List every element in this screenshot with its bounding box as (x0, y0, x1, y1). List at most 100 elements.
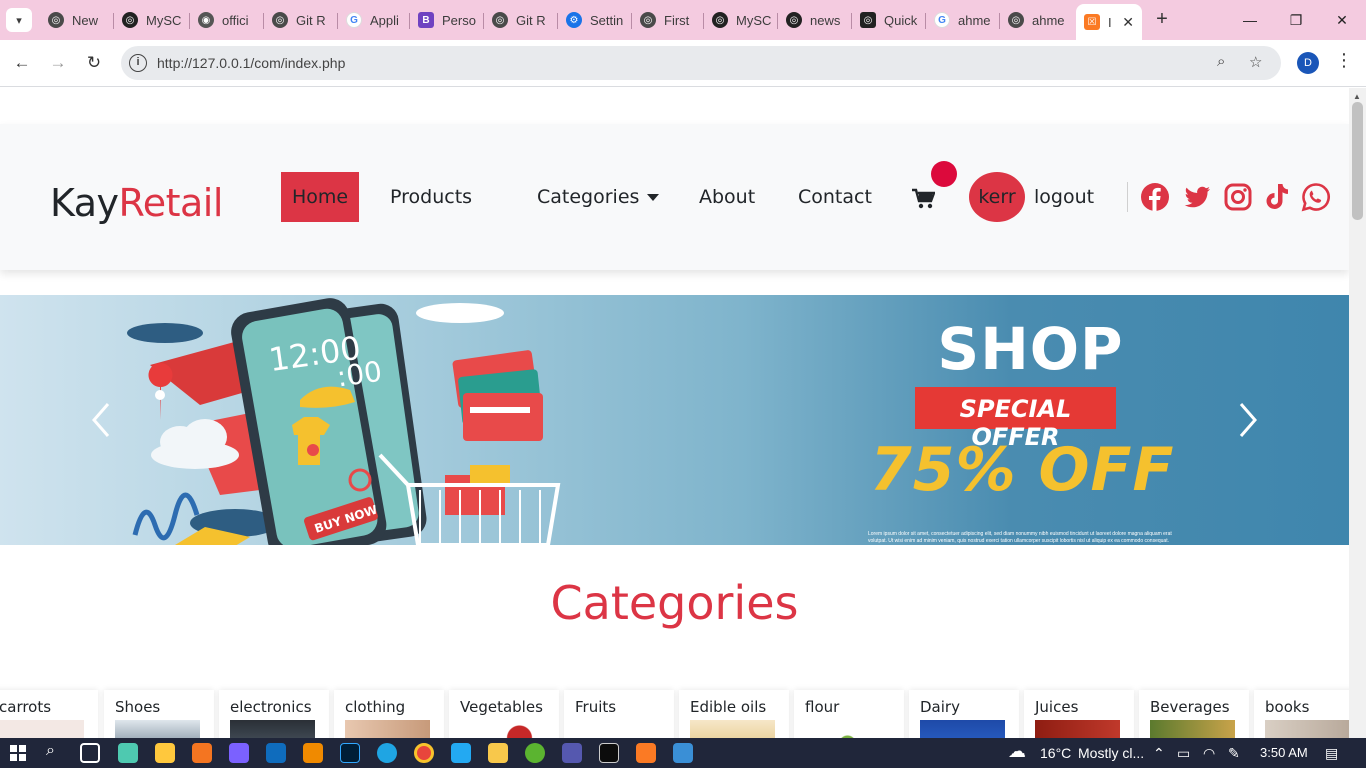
tiktok-icon[interactable] (1262, 182, 1292, 212)
close-tab-icon[interactable]: ✕ (1122, 14, 1134, 31)
chrome-icon[interactable] (414, 743, 434, 763)
mail-icon[interactable] (266, 743, 286, 763)
wifi-icon[interactable]: ◠ (1203, 745, 1215, 762)
task-view-icon[interactable] (80, 743, 100, 763)
tab-search-dropdown[interactable]: ▾ (6, 8, 32, 32)
restore-button[interactable]: ❐ (1284, 8, 1308, 32)
category-card[interactable]: carrots (0, 690, 98, 738)
category-card[interactable]: Edible oils (679, 690, 789, 738)
facebook-icon[interactable] (1140, 182, 1170, 212)
browser-tab[interactable]: ◎ MySC (704, 6, 778, 34)
browser-tab[interactable]: G Appli (338, 6, 410, 34)
profile-avatar[interactable]: D (1297, 52, 1319, 74)
page-scrollbar[interactable]: ▲ (1349, 88, 1366, 738)
nav-contact[interactable]: Contact (798, 172, 872, 222)
carousel-prev-icon[interactable] (86, 400, 116, 440)
banner-headline: SHOP (937, 315, 1124, 383)
zoom-icon[interactable]: ⌕ (1217, 53, 1225, 70)
category-card[interactable]: electronics (219, 690, 329, 738)
logout-link[interactable]: logout (1034, 172, 1094, 222)
app-icon[interactable] (673, 743, 693, 763)
category-card[interactable]: books (1254, 690, 1349, 738)
scrollbar-thumb[interactable] (1352, 102, 1363, 220)
browser-tab-bar: ▾ ◎ New ◎ MySC ◉ offici ◎ Git R G Appli … (0, 0, 1366, 40)
close-window-button[interactable]: ✕ (1330, 8, 1354, 32)
app-icon[interactable] (229, 743, 249, 763)
brand-logo[interactable]: KayRetail (50, 180, 223, 226)
weather-temperature[interactable]: 16°C (1040, 745, 1071, 761)
weather-icon[interactable]: ☁ (1008, 741, 1026, 762)
xampp-icon[interactable] (636, 743, 656, 763)
chrome-menu-icon[interactable]: ⋮ (1335, 50, 1353, 71)
whatsapp-icon[interactable] (1301, 182, 1331, 212)
nav-home[interactable]: Home (281, 172, 360, 222)
category-card[interactable]: flour (794, 690, 904, 738)
category-card[interactable]: Vegetables (449, 690, 559, 738)
browser-tab[interactable]: ◉ offici (190, 6, 264, 34)
nav-products[interactable]: Products (390, 172, 472, 222)
chatgpt-icon: ◎ (48, 12, 64, 28)
reload-icon[interactable]: ↻ (83, 52, 105, 74)
category-thumbnail (230, 720, 315, 738)
vlc-icon[interactable] (303, 743, 323, 763)
category-card[interactable]: clothing (334, 690, 444, 738)
widgets-icon[interactable] (118, 743, 138, 763)
url-text[interactable]: http://127.0.0.1/com/index.php (157, 55, 345, 71)
tray-chevron-icon[interactable]: ⌃ (1153, 745, 1165, 762)
nav-categories-dropdown[interactable]: Categories (537, 172, 660, 222)
omnibox[interactable]: i http://127.0.0.1/com/index.php ⌕ ☆ (121, 46, 1281, 80)
edge-icon[interactable] (377, 743, 397, 763)
chatgpt-icon: ◎ (712, 12, 728, 28)
browser-tab[interactable]: ◎ First (632, 6, 704, 34)
nav-about[interactable]: About (699, 172, 755, 222)
photoshop-icon[interactable] (340, 743, 360, 763)
site-info-icon[interactable]: i (129, 54, 147, 72)
sublime-icon[interactable] (192, 743, 212, 763)
browser-tab[interactable]: ◎ New (40, 6, 114, 34)
browser-tab-active[interactable]: ☒ I ✕ (1076, 4, 1142, 40)
instagram-icon[interactable] (1223, 182, 1253, 212)
teams-icon[interactable] (562, 743, 582, 763)
new-tab-button[interactable]: + (1150, 8, 1174, 32)
back-icon[interactable]: ← (11, 52, 33, 74)
search-icon[interactable]: ⌕ (46, 742, 55, 760)
carousel-next-icon[interactable] (1233, 400, 1263, 440)
minimize-button[interactable]: — (1238, 8, 1262, 32)
browser-tab[interactable]: ◎ MySC (114, 6, 190, 34)
windows-start-icon[interactable] (10, 745, 26, 761)
notifications-icon[interactable]: ▤ (1325, 745, 1338, 762)
browser-tab[interactable]: ◎ Git R (484, 6, 558, 34)
battery-icon[interactable]: ▭ (1177, 745, 1190, 762)
terminal-icon[interactable] (599, 743, 619, 763)
bookmark-star-icon[interactable]: ☆ (1249, 53, 1262, 71)
browser-tab[interactable]: B Perso (410, 6, 484, 34)
store-icon[interactable] (155, 743, 175, 763)
browser-tab[interactable]: ◎ ahme (1000, 6, 1074, 34)
weather-text[interactable]: Mostly cl... (1078, 745, 1144, 761)
category-card[interactable]: Beverages (1139, 690, 1249, 738)
user-avatar[interactable]: kerr (969, 172, 1025, 222)
browser-tab[interactable]: ⚙ Settin (558, 6, 632, 34)
promo-carousel: 12:00 :00 BUY NOW SHOP SPECIAL OFFER 75%… (0, 295, 1349, 545)
google-icon: G (934, 12, 950, 28)
banner-discount: 75% OFF (870, 435, 1175, 505)
forward-icon[interactable]: → (47, 52, 69, 74)
browser-tab[interactable]: G ahme (926, 6, 1000, 34)
twitter-icon[interactable] (1182, 182, 1212, 212)
browser-tab[interactable]: ◎ Quick (852, 6, 926, 34)
clock[interactable]: 3:50 AM (1260, 745, 1308, 760)
file-explorer-icon[interactable] (488, 743, 508, 763)
category-card[interactable]: Fruits (564, 690, 674, 738)
category-card[interactable]: Dairy (909, 690, 1019, 738)
app-icon[interactable] (525, 743, 545, 763)
cart-icon[interactable] (911, 188, 935, 210)
category-thumbnail (805, 720, 890, 738)
category-card[interactable]: Juices (1024, 690, 1134, 738)
browser-tab[interactable]: ◎ news (778, 6, 852, 34)
browser-tab[interactable]: ◎ Git R (264, 6, 338, 34)
vscode-icon[interactable] (451, 743, 471, 763)
pen-icon[interactable]: ✎ (1228, 745, 1240, 762)
navbar-divider (1127, 182, 1128, 212)
scroll-up-icon[interactable]: ▲ (1353, 92, 1361, 101)
category-card[interactable]: Shoes (104, 690, 214, 738)
